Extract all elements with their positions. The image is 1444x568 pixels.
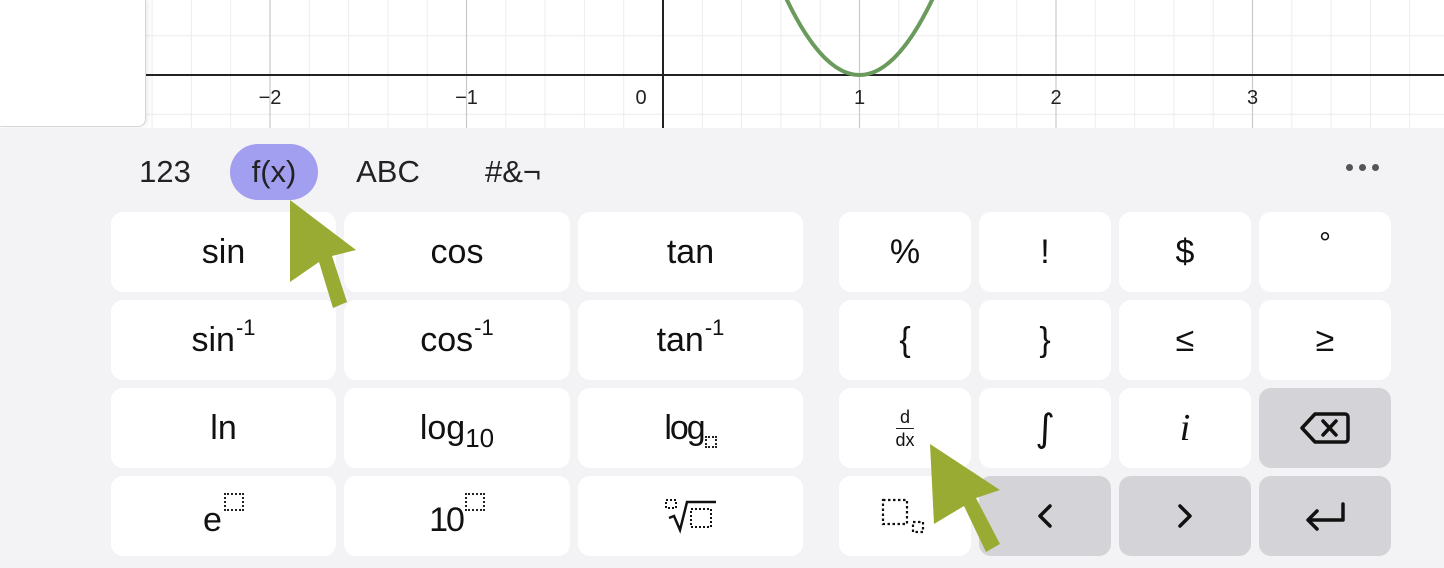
arrow-right-icon	[1178, 504, 1192, 528]
greater-equal-key-label: ≥	[1315, 320, 1335, 359]
less-equal-key-label: ≤	[1175, 320, 1195, 359]
imaginary-unit-key-label: i	[1179, 407, 1191, 449]
cursor-right-button[interactable]	[1119, 476, 1251, 556]
factorial-key-label: !	[1040, 232, 1050, 271]
enter-button[interactable]	[1259, 476, 1391, 556]
left-brace-key-label: {	[899, 320, 911, 359]
arcsin-key-label: sin	[191, 320, 235, 359]
inverse-superscript: -1	[704, 315, 725, 340]
exponent-placeholder-icon	[223, 493, 244, 511]
derivative-numerator: d	[895, 407, 914, 429]
x-tick-label: 2	[1050, 87, 1061, 109]
x-tick-label: −1	[455, 87, 478, 109]
degree-key[interactable]: °	[1259, 212, 1391, 292]
dollar-key[interactable]: $	[1119, 212, 1251, 292]
greater-equal-key[interactable]: ≥	[1259, 300, 1391, 380]
nth-root-icon	[664, 499, 716, 534]
math-keypad: 123 f(x) ABC #&¬ sin cos tan % ! $ ° sin…	[0, 128, 1444, 568]
power-of-ten-key-label: 10	[429, 500, 465, 539]
degree-key-label: °	[1319, 227, 1331, 260]
factorial-key[interactable]: !	[979, 212, 1111, 292]
backspace-button[interactable]	[1259, 388, 1391, 468]
derivative-icon: d dx	[895, 407, 914, 450]
more-options-button[interactable]	[1340, 154, 1386, 180]
integral-key[interactable]: ∫	[979, 388, 1111, 468]
log-base-n-key-label: log	[664, 408, 705, 447]
arccos-key-label: cos	[420, 320, 474, 359]
subscript-key[interactable]	[839, 476, 971, 556]
imaginary-unit-key[interactable]: i	[1119, 388, 1251, 468]
function-curve	[784, 0, 935, 78]
percent-key[interactable]: %	[839, 212, 971, 292]
exp-key[interactable]: e	[111, 476, 336, 556]
nth-root-key[interactable]	[578, 476, 803, 556]
tan-key-label: tan	[666, 232, 715, 271]
x-tick-label: 3	[1247, 87, 1258, 109]
x-tick-label: 1	[854, 87, 865, 109]
log10-subscript: 10	[465, 422, 495, 453]
arctan-key[interactable]: tan -1	[578, 300, 803, 380]
exp-key-label: e	[203, 500, 222, 539]
backspace-icon	[1300, 412, 1350, 444]
left-brace-key[interactable]: {	[839, 300, 971, 380]
derivative-denominator: dx	[895, 429, 915, 450]
dollar-key-label: $	[1175, 232, 1195, 271]
arccos-key[interactable]: cos -1	[344, 300, 570, 380]
exponent-placeholder-icon	[464, 493, 485, 511]
inverse-superscript: -1	[474, 315, 494, 340]
less-equal-key[interactable]: ≤	[1119, 300, 1251, 380]
arctan-key-label: tan	[656, 320, 704, 359]
log10-key[interactable]: log 10	[344, 388, 570, 468]
expression-list-panel[interactable]	[0, 0, 146, 127]
x-tick-label: −2	[259, 87, 282, 109]
log-base-n-key[interactable]: log	[578, 388, 803, 468]
tab-abc[interactable]: ABC	[344, 144, 432, 200]
derivative-key[interactable]: d dx	[839, 388, 971, 468]
ln-key-label: ln	[210, 408, 237, 447]
cursor-left-button[interactable]	[979, 476, 1111, 556]
log10-key-label: log	[419, 408, 466, 447]
right-brace-key-label: }	[1039, 320, 1051, 359]
tan-key[interactable]: tan	[578, 212, 803, 292]
cos-key[interactable]: cos	[344, 212, 570, 292]
enter-icon	[1306, 502, 1345, 531]
x-tick-label: 0	[635, 87, 646, 109]
power-of-ten-key[interactable]: 10	[344, 476, 570, 556]
right-brace-key[interactable]: }	[979, 300, 1111, 380]
inverse-superscript: -1	[235, 315, 256, 340]
percent-key-label: %	[889, 232, 921, 271]
cos-key-label: cos	[430, 232, 484, 271]
integral-key-label: ∫	[1035, 406, 1055, 450]
tab-symbols[interactable]: #&¬	[474, 144, 552, 200]
tab-functions[interactable]: f(x)	[230, 144, 318, 200]
graph-canvas[interactable]: −2 −1 0 1 2 3	[0, 0, 1444, 128]
ln-key[interactable]: ln	[111, 388, 336, 468]
tab-123[interactable]: 123	[128, 144, 202, 200]
subscript-placeholder-icon	[704, 436, 717, 448]
arcsin-key[interactable]: sin -1	[111, 300, 336, 380]
arrow-left-icon	[1038, 504, 1052, 528]
graph-plot[interactable]: −2 −1 0 1 2 3	[0, 0, 1444, 128]
sin-key[interactable]: sin	[111, 212, 336, 292]
subscript-placeholder-icon	[881, 498, 925, 534]
sin-key-label: sin	[201, 232, 246, 271]
